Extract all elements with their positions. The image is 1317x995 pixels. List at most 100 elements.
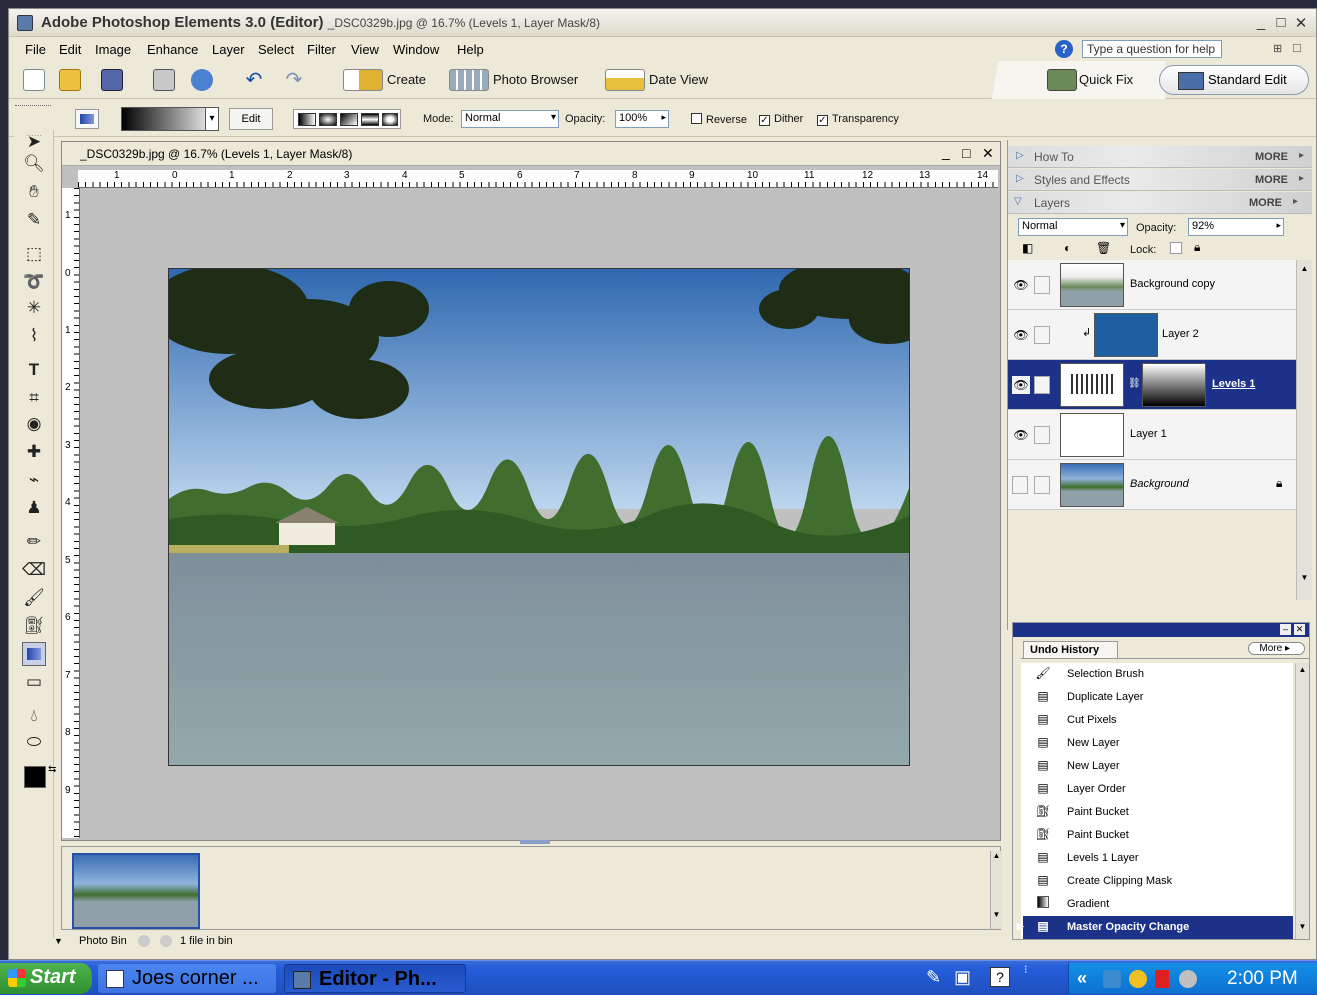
options-grip[interactable] (15, 105, 51, 109)
healing-brush-tool-icon[interactable]: ✚ (22, 440, 46, 464)
quick-fix-button[interactable]: Quick Fix (1079, 72, 1133, 87)
new-layer-icon[interactable]: ◧ (1022, 241, 1033, 255)
blur-tool-icon[interactable]: 💧︎ (22, 704, 46, 728)
move-tool-icon[interactable]: ➤ (22, 130, 46, 154)
foreground-color-swatch[interactable] (24, 766, 46, 788)
type-tool-icon[interactable]: T (22, 358, 46, 382)
title-bar[interactable]: Adobe Photoshop Elements 3.0 (Editor) _D… (9, 9, 1316, 37)
history-item[interactable]: ⛽︎ Paint Bucket (1023, 824, 1293, 847)
document-title-bar[interactable]: _DSC0329b.jpg @ 16.7% (Levels 1, Layer M… (62, 142, 1000, 166)
doc-restore-button[interactable]: □ (962, 145, 970, 161)
radial-gradient-icon[interactable] (319, 113, 337, 126)
link-box[interactable] (1034, 426, 1050, 444)
undo-history-tab[interactable]: Undo History (1023, 641, 1119, 658)
email-icon[interactable] (191, 69, 213, 91)
layers-more[interactable]: MORE (1249, 197, 1282, 209)
edit-gradient-button[interactable]: Edit (229, 108, 273, 130)
delete-layer-icon[interactable]: 🗑︎ (1096, 241, 1111, 255)
close-button[interactable]: ✕ (1292, 14, 1310, 32)
bin-toggle-icon[interactable]: ▼ (54, 936, 63, 946)
crop-tool-icon[interactable]: ⌗ (22, 386, 46, 410)
link-box[interactable] (1034, 276, 1050, 294)
lock-all-icon[interactable]: 🔒︎ (1194, 240, 1200, 255)
layers-scrollbar[interactable]: ▲ ▼ (1296, 260, 1312, 600)
menu-filter[interactable]: Filter (307, 42, 336, 57)
palette-minimize-icon[interactable]: – (1280, 624, 1291, 635)
menu-image[interactable]: Image (95, 42, 131, 57)
help-icon[interactable]: ? (1055, 40, 1073, 58)
palette-close-icon[interactable]: ✕ (1294, 624, 1305, 635)
photo-bin-thumbnail[interactable] (72, 853, 200, 929)
layer-row-layer-2[interactable]: 👁︎ ↲ Layer 2 (1008, 310, 1296, 360)
visibility-eye-icon[interactable]: 👁︎ (1012, 426, 1030, 444)
taskbar-item-joes-corner[interactable]: Joes corner ... (98, 964, 276, 993)
network-icon[interactable] (1103, 970, 1121, 988)
visibility-box[interactable] (1012, 476, 1028, 494)
spot-healing-tool-icon[interactable]: ⌁ (22, 468, 46, 492)
quicklaunch-help-icon[interactable]: ? (990, 967, 1010, 987)
selection-brush-tool-icon[interactable]: ⌇ (22, 324, 46, 348)
visibility-eye-icon[interactable]: 👁︎ (1012, 326, 1030, 344)
swap-colors-icon[interactable]: ⇆ (48, 764, 56, 775)
history-item[interactable]: ▤ New Layer (1023, 732, 1293, 755)
quicklaunch-grip[interactable]: ⁝ (1024, 963, 1028, 976)
alert-icon[interactable] (1155, 970, 1169, 988)
date-view-icon[interactable] (605, 69, 645, 91)
open-folder-icon[interactable] (59, 69, 81, 91)
link-box[interactable] (1034, 476, 1050, 494)
visibility-eye-icon[interactable]: 👁︎ (1012, 376, 1030, 394)
help-search-input[interactable]: Type a question for help (1082, 40, 1222, 58)
quicklaunch-window-icon[interactable]: ▣ (954, 967, 971, 988)
bin-next-icon[interactable] (160, 935, 172, 947)
redo-icon[interactable]: ↷ (283, 69, 305, 91)
undo-icon[interactable]: ↶ (243, 69, 265, 91)
history-state-slider-icon[interactable]: ▶ (1017, 921, 1024, 932)
menu-window[interactable]: Window (393, 42, 439, 57)
history-item[interactable]: ▤ Duplicate Layer (1023, 686, 1293, 709)
marquee-tool-icon[interactable]: ⬚ (22, 242, 46, 266)
dither-checkbox[interactable]: ✓ Dither (759, 113, 803, 126)
adjustment-layer-icon[interactable]: ◐ (1064, 241, 1071, 255)
doc-close-button[interactable]: ✕ (982, 145, 994, 162)
magic-wand-tool-icon[interactable]: ✳ (22, 296, 46, 320)
volume-icon[interactable] (1179, 970, 1197, 988)
start-button[interactable]: Start (0, 963, 92, 994)
diamond-gradient-icon[interactable] (382, 113, 398, 126)
clone-stamp-tool-icon[interactable]: ♟ (22, 496, 46, 520)
history-item[interactable]: ▤ Create Clipping Mask (1023, 870, 1293, 893)
arrange-icon[interactable]: ⊞ (1273, 42, 1282, 55)
create-icon[interactable] (343, 69, 383, 91)
mask-link-icon[interactable]: ⛓︎ (1128, 378, 1141, 389)
quick-fix-icon[interactable] (1047, 69, 1077, 91)
date-view-button[interactable]: Date View (649, 72, 708, 87)
create-button[interactable]: Create (387, 72, 426, 87)
restore-icon[interactable]: □ (1293, 40, 1301, 55)
history-scrollbar[interactable]: ▲ ▼ (1295, 663, 1309, 939)
eyedropper-tool-icon[interactable]: ✎ (22, 208, 46, 232)
menu-enhance[interactable]: Enhance (147, 42, 198, 57)
history-item[interactable]: ▤ Cut Pixels (1023, 709, 1293, 732)
photo-bin-scrollbar[interactable]: ▲ ▼ (990, 851, 1002, 929)
history-item[interactable]: 🖌︎ Selection Brush (1023, 663, 1293, 686)
layer-opacity-input[interactable]: 92% ▸ (1188, 218, 1284, 236)
doc-minimize-button[interactable]: _ (942, 144, 950, 160)
how-to-more[interactable]: MORE (1255, 151, 1288, 163)
save-icon[interactable] (101, 69, 123, 91)
history-item[interactable]: Gradient (1023, 893, 1293, 916)
transparency-checkbox[interactable]: ✓ Transparency (817, 113, 899, 126)
sponge-tool-icon[interactable]: ⬭ (22, 730, 46, 754)
globe-icon[interactable] (1129, 970, 1147, 988)
menu-file[interactable]: File (25, 42, 46, 57)
print-icon[interactable] (153, 69, 175, 91)
menu-help[interactable]: Help (457, 42, 484, 57)
how-to-palette-header[interactable]: ▷ How To MORE ▸ (1008, 146, 1312, 168)
tray-expand-button[interactable]: « (1077, 968, 1087, 989)
pencil-tool-icon[interactable]: ✏ (22, 530, 46, 554)
linear-gradient-icon[interactable] (298, 113, 316, 126)
layer-row-layer-1[interactable]: 👁︎ Layer 1 (1008, 410, 1296, 460)
bin-splitter-handle[interactable] (520, 840, 550, 844)
gradient-tool-icon[interactable] (22, 642, 46, 666)
visibility-eye-icon[interactable]: 👁︎ (1012, 276, 1030, 294)
layer-row-background-copy[interactable]: 👁︎ Background copy (1008, 260, 1296, 310)
zoom-tool-icon[interactable]: 🔍︎ (22, 152, 46, 176)
